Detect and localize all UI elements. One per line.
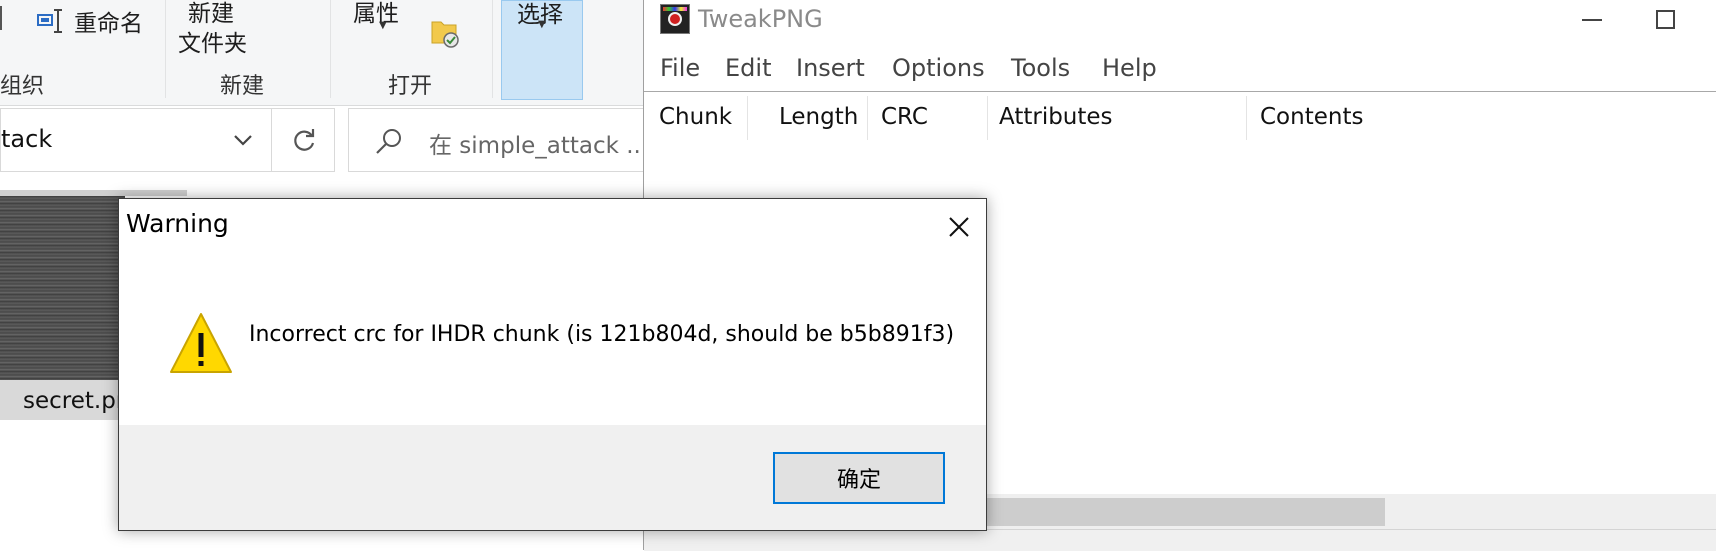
title-bar[interactable]: TweakPNG: [644, 0, 1716, 42]
menu-bar: File Edit Insert Options Tools Help: [644, 48, 1716, 90]
column-header-chunk[interactable]: Chunk: [659, 104, 732, 130]
menu-edit[interactable]: Edit: [725, 54, 771, 82]
menu-file[interactable]: File: [660, 54, 700, 82]
column-header-attributes[interactable]: Attributes: [999, 104, 1113, 130]
file-name-label[interactable]: secret.pr: [23, 388, 125, 414]
column-header-length[interactable]: Length: [779, 104, 858, 130]
maximize-button[interactable]: [1637, 0, 1697, 40]
new-folder-button[interactable]: 新建 文件夹: [178, 0, 258, 57]
column-header-contents[interactable]: Contents: [1260, 104, 1363, 130]
column-divider[interactable]: [987, 96, 988, 140]
rename-label: 重命名: [74, 11, 143, 37]
column-divider[interactable]: [1246, 96, 1247, 140]
dropdown-arrow-icon: ▼: [538, 19, 546, 30]
select-button[interactable]: 选择 ▼: [501, 0, 583, 100]
minimize-button[interactable]: [1561, 0, 1621, 40]
properties-button[interactable]: 属性 ▼: [348, 0, 428, 34]
menu-help[interactable]: Help: [1102, 54, 1157, 82]
menu-tools[interactable]: Tools: [1011, 54, 1070, 82]
column-header-crc[interactable]: CRC: [881, 104, 928, 130]
column-divider[interactable]: [747, 96, 748, 140]
warning-dialog: Warning Incorrect crc for IHDR chunk (is…: [118, 198, 987, 531]
close-button[interactable]: [939, 207, 979, 247]
status-bar: [644, 529, 1716, 551]
refresh-icon: [294, 129, 315, 151]
dropdown-arrow-icon: ▼: [379, 20, 387, 31]
ribbon-separator: [492, 0, 493, 98]
ribbon-separator: [330, 0, 331, 98]
search-placeholder: 在 simple_attack ...: [429, 133, 643, 159]
group-label-open: 打开: [388, 74, 433, 99]
properties-label: 属性: [353, 1, 399, 27]
search-icon: [376, 129, 401, 154]
dialog-message: Incorrect crc for IHDR chunk (is 121b804…: [249, 322, 955, 347]
rename-icon: [37, 9, 62, 33]
ok-button[interactable]: 确定: [773, 452, 945, 504]
column-divider[interactable]: [867, 96, 868, 140]
refresh-button[interactable]: [272, 108, 335, 172]
chevron-down-icon[interactable]: [233, 133, 253, 147]
group-label-new: 新建: [220, 74, 265, 99]
address-path: tack: [1, 125, 53, 153]
dialog-title: Warning: [126, 209, 229, 238]
window-title: TweakPNG: [698, 5, 823, 33]
dialog-body: Incorrect crc for IHDR chunk (is 121b804…: [119, 251, 986, 425]
group-label-organize: 组织: [0, 74, 45, 99]
ribbon-separator: [165, 0, 166, 98]
list-header: Chunk Length CRC Attributes Contents: [644, 92, 1716, 144]
search-input[interactable]: 在 simple_attack ...: [348, 108, 643, 172]
new-folder-label-line2: 文件夹: [178, 31, 247, 57]
file-thumbnail[interactable]: [0, 196, 125, 380]
menu-options[interactable]: Options: [892, 54, 985, 82]
warning-icon: [170, 313, 232, 373]
tweakpng-app-icon: [660, 4, 690, 34]
open-folder-icon[interactable]: [430, 16, 460, 50]
dialog-footer: 确定: [119, 425, 986, 530]
ribbon-toolbar: 重命名 新建 文件夹 属性 ▼ 选择 ▼ 组织 新建 打开: [0, 0, 643, 106]
menu-insert[interactable]: Insert: [796, 54, 865, 82]
ribbon-overflow-edge: [0, 6, 6, 30]
address-bar[interactable]: tack: [0, 108, 272, 172]
close-icon: [949, 217, 969, 237]
